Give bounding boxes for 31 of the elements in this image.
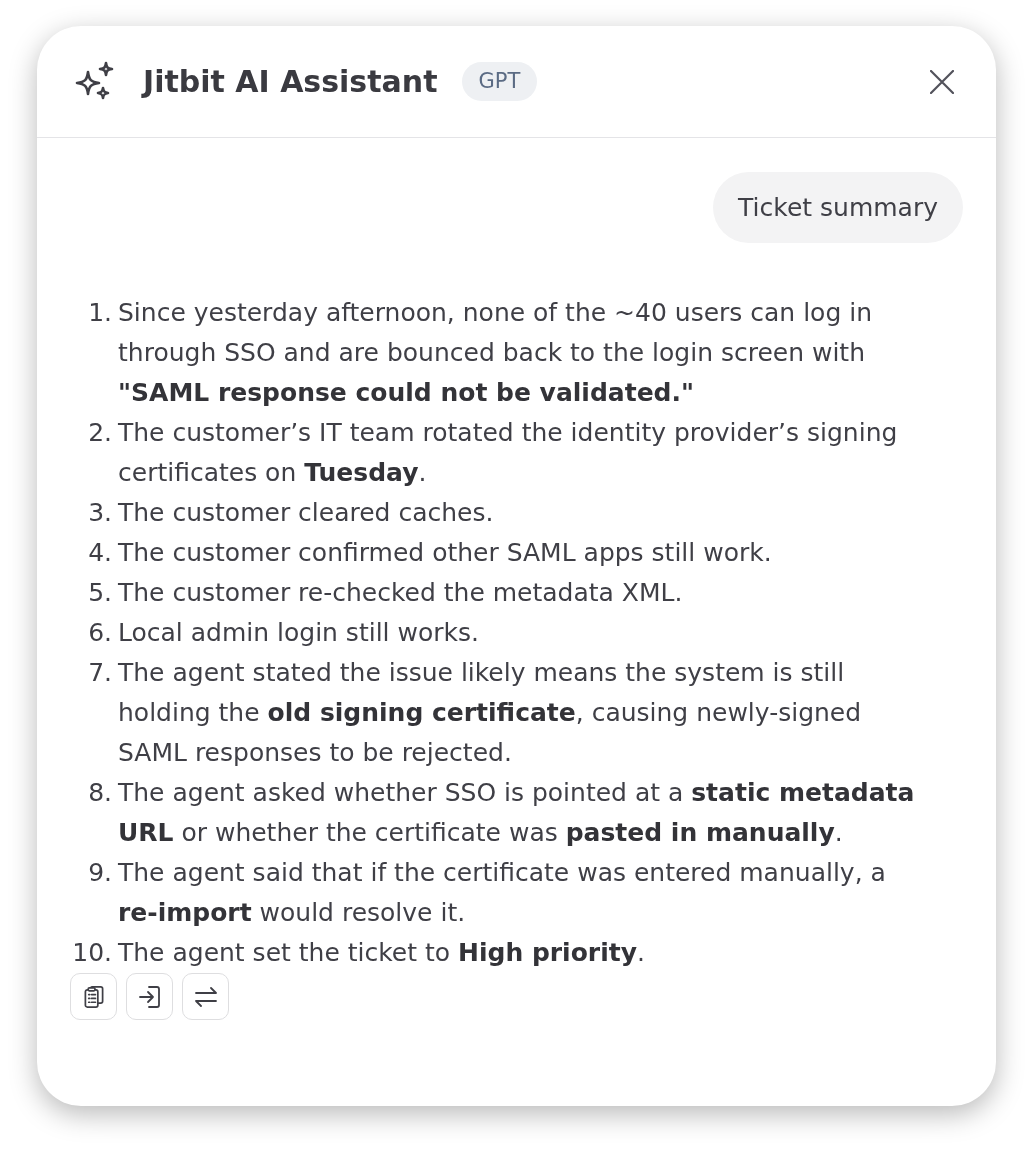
list-number: 4. <box>87 537 113 569</box>
swap-arrows-icon <box>194 986 217 1007</box>
swap-button[interactable] <box>182 973 229 1020</box>
model-tag: GPT <box>461 62 538 101</box>
user-message-bubble: Ticket summary <box>713 172 963 243</box>
arrow-into-box-icon <box>139 985 160 1008</box>
summary-item-text: The customer cleared caches. <box>118 497 495 529</box>
summary-item-text: The agent asked whether SSO is pointed at a static metadata URL or whether the certificate was pasted in manually. <box>118 777 916 849</box>
close-icon <box>930 69 954 94</box>
list-number: 5. <box>87 577 113 609</box>
copy-button[interactable] <box>70 973 117 1020</box>
panel-title: Jitbit AI Assistant <box>143 66 438 97</box>
summary-item-text: The customer confirmed other SAML apps still work. <box>118 537 773 569</box>
summary-item-text: The customer’s IT team rotated the identity provider’s signing certificates on Tuesday. <box>118 417 899 489</box>
summary-item-text: Since yesterday afternoon, none of the ~40 users can log in through SSO and are bounced back to the login screen with "SAML response could not be validated." <box>118 297 873 409</box>
summary-item-text: The customer re-checked the metadata XML. <box>118 577 684 609</box>
list-number: 1. <box>87 297 113 329</box>
summary-item-text: Local admin login still works. <box>118 617 480 649</box>
list-number: 8. <box>87 777 113 809</box>
close-button[interactable] <box>928 67 956 96</box>
summary-item-text: The agent said that if the certificate was entered manually, a re-import would resolve it. <box>118 857 887 929</box>
insert-button[interactable] <box>126 973 173 1020</box>
summary-item-text: The agent set the ticket to High priority. <box>118 937 646 969</box>
clipboard-icon <box>83 985 104 1008</box>
list-number: 3. <box>87 497 113 529</box>
list-number: 9. <box>87 857 113 889</box>
list-number: 6. <box>87 617 113 649</box>
summary-item-text: The agent stated the issue likely means the system is still holding the old signing certificate, causing newly-signed SAML responses to be rejected. <box>118 657 863 769</box>
list-number: 2. <box>87 417 113 449</box>
list-number: 7. <box>87 657 113 689</box>
list-number: 10. <box>71 937 113 969</box>
